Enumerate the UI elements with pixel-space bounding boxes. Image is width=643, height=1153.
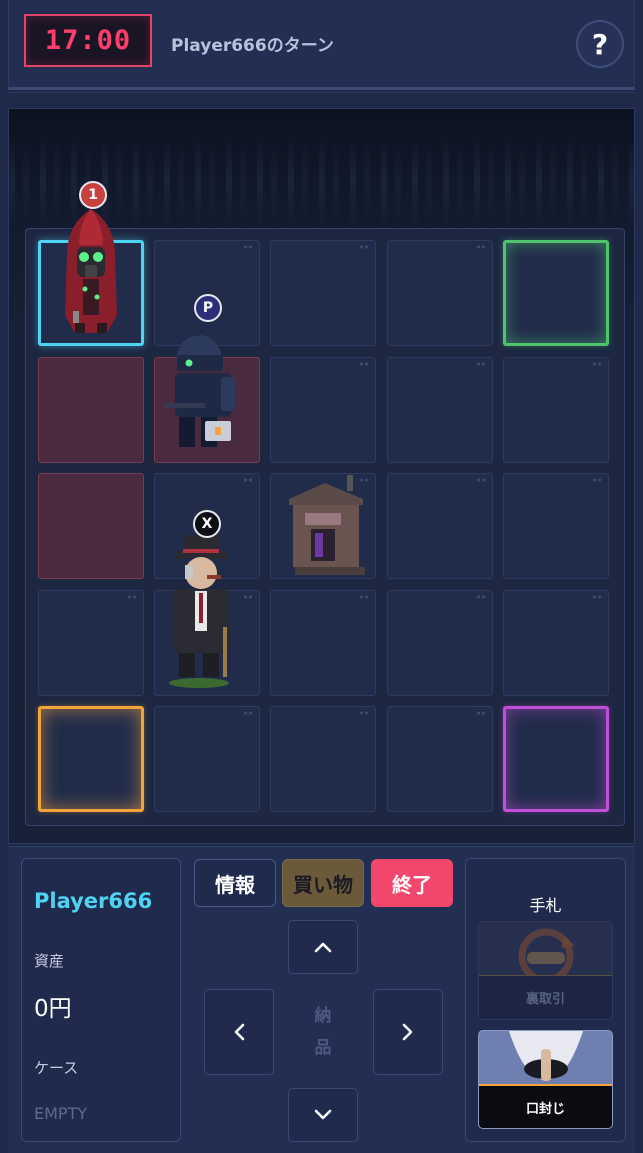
- help-button[interactable]: ?: [576, 20, 624, 68]
- board-cell[interactable]: [387, 590, 493, 696]
- board-cell[interactable]: [270, 706, 376, 812]
- board-cell-goal-purple[interactable]: [503, 706, 609, 812]
- top-bar: 17:00 Player666のターン ?: [8, 0, 635, 90]
- board-cell[interactable]: [503, 590, 609, 696]
- move-up-button[interactable]: [288, 920, 358, 974]
- assets-label: 資産: [34, 952, 65, 970]
- board-cell[interactable]: [270, 240, 376, 346]
- card-back-deal[interactable]: 裏取引: [478, 921, 613, 1020]
- board-cell-danger[interactable]: [38, 357, 144, 463]
- chevron-up-icon: [314, 942, 332, 953]
- police-badge: P: [194, 294, 222, 322]
- move-right-button[interactable]: [373, 989, 443, 1075]
- board-cell[interactable]: [387, 240, 493, 346]
- turn-indicator: Player666のターン: [171, 36, 334, 56]
- move-left-button[interactable]: [204, 989, 274, 1075]
- handshake-cycle-icon: [518, 928, 575, 984]
- info-button[interactable]: 情報: [194, 859, 276, 907]
- shop-button[interactable]: 買い物: [282, 859, 364, 907]
- board-cell-goal-green[interactable]: [503, 240, 609, 346]
- board-cell[interactable]: [38, 590, 144, 696]
- player-name: Player666: [34, 889, 153, 913]
- player-status-card: Player666 資産 0円 ケース EMPTY: [21, 858, 181, 1142]
- board-cell[interactable]: [503, 357, 609, 463]
- silence-lips-icon: [509, 1031, 583, 1081]
- shop-building-icon[interactable]: [281, 469, 371, 579]
- card-label: 裏取引: [479, 975, 612, 1019]
- game-board-area: 1 P X: [8, 108, 635, 844]
- turn-timer: 17:00: [24, 14, 152, 67]
- board-cell[interactable]: [270, 590, 376, 696]
- player-piece-gasmask[interactable]: [53, 205, 129, 341]
- boss-piece[interactable]: [157, 533, 247, 693]
- boss-badge: X: [193, 510, 221, 538]
- board-cell[interactable]: [387, 357, 493, 463]
- board-cell[interactable]: [270, 357, 376, 463]
- hand-title: 手札: [529, 896, 562, 915]
- deliver-label-2: 品: [314, 1038, 332, 1058]
- assets-value: 0円: [34, 996, 72, 1022]
- board-cell-danger[interactable]: [38, 473, 144, 579]
- deliver-button[interactable]: 納 品: [288, 989, 358, 1075]
- board-cell[interactable]: [387, 473, 493, 579]
- board-cell[interactable]: [154, 706, 260, 812]
- control-panel: Player666 資産 0円 ケース EMPTY 情報 買い物 終了 納 品 …: [8, 846, 635, 1153]
- board-cell-goal-orange[interactable]: [38, 706, 144, 812]
- card-label: 口封じ: [479, 1084, 612, 1128]
- police-piece[interactable]: [161, 327, 249, 457]
- hand-panel: 手札 裏取引 口封じ: [465, 858, 626, 1142]
- move-down-button[interactable]: [288, 1088, 358, 1142]
- board-cell[interactable]: [503, 473, 609, 579]
- deliver-label-1: 納: [314, 1006, 332, 1026]
- chevron-right-icon: [402, 1023, 413, 1041]
- chevron-left-icon: [234, 1023, 245, 1041]
- end-turn-button[interactable]: 終了: [371, 859, 453, 907]
- case-label: ケース: [34, 1059, 79, 1077]
- board-cell[interactable]: [387, 706, 493, 812]
- chevron-down-icon: [314, 1109, 332, 1120]
- header-divider: [8, 92, 635, 106]
- case-value: EMPTY: [34, 1104, 88, 1123]
- card-silence[interactable]: 口封じ: [478, 1030, 613, 1129]
- player-1-badge: 1: [79, 181, 107, 209]
